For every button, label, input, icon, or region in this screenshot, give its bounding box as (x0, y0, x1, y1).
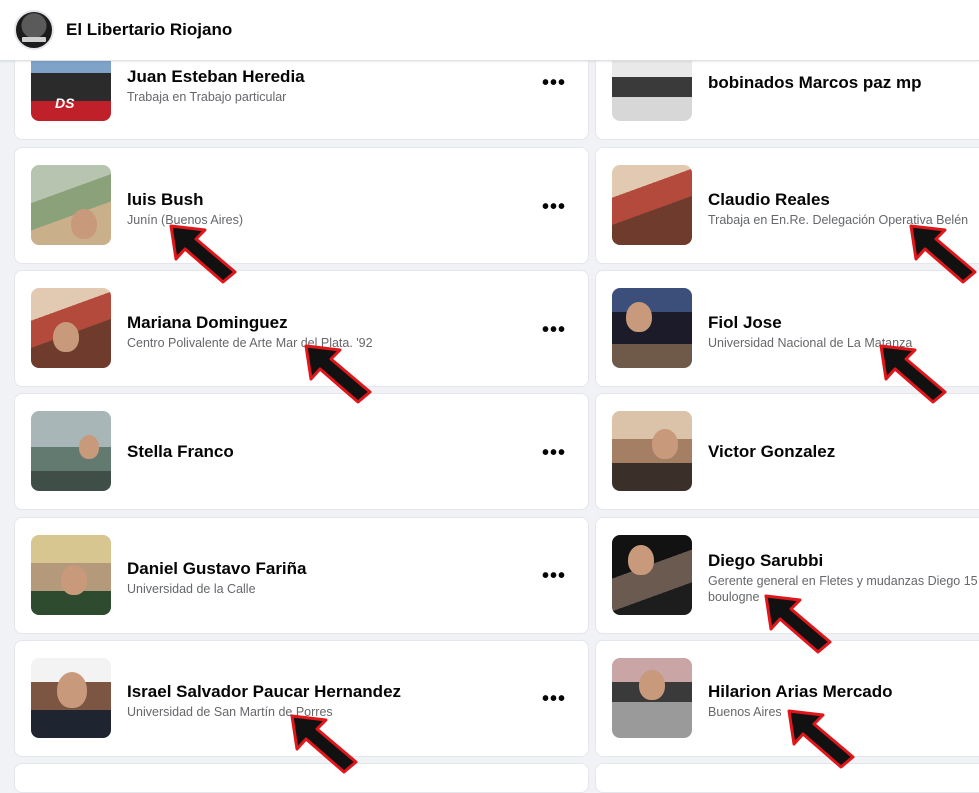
friend-card: Daniel Gustavo Fariña Universidad de la … (14, 517, 589, 634)
profile-photo[interactable] (612, 658, 692, 738)
friend-card: Victor Gonzalez (595, 393, 979, 510)
friend-subtitle: Trabaja en Trabajo particular (127, 90, 287, 104)
more-options-icon[interactable]: ••• (542, 441, 566, 465)
profile-photo[interactable] (612, 535, 692, 615)
friend-name[interactable]: Victor Gonzalez (708, 442, 979, 462)
friend-name[interactable]: Hilarion Arias Mercado (708, 682, 979, 702)
profile-photo[interactable] (612, 411, 692, 491)
friend-name[interactable]: Juan Esteban Heredia (127, 67, 528, 87)
annotation-arrow-icon (909, 224, 977, 284)
more-options-icon[interactable]: ••• (542, 318, 566, 342)
profile-photo[interactable] (31, 165, 111, 245)
page-logo-icon[interactable] (14, 10, 54, 50)
friend-subtitle: Gerente general en Fletes y mudanzas Die… (708, 574, 978, 604)
friend-name[interactable]: Israel Salvador Paucar Hernandez (127, 682, 528, 702)
annotation-arrow-icon (787, 709, 855, 769)
friend-card: Stella Franco ••• (14, 393, 589, 510)
profile-photo[interactable] (31, 658, 111, 738)
friend-name[interactable]: Daniel Gustavo Fariña (127, 559, 528, 579)
profile-photo[interactable] (612, 165, 692, 245)
profile-photo[interactable] (31, 411, 111, 491)
annotation-arrow-icon (304, 344, 372, 404)
friend-subtitle: Universidad de la Calle (127, 582, 256, 596)
friend-card: luis Bush Junín (Buenos Aires) ••• (14, 147, 589, 264)
profile-photo[interactable] (31, 288, 111, 368)
friend-name[interactable]: bobinados Marcos paz mp (708, 73, 979, 93)
more-options-icon[interactable]: ••• (542, 195, 566, 219)
friend-name[interactable]: luis Bush (127, 190, 528, 210)
annotation-arrow-icon (879, 344, 947, 404)
friend-name[interactable]: Mariana Dominguez (127, 313, 528, 333)
friend-name[interactable]: Diego Sarubbi (708, 551, 979, 571)
annotation-arrow-icon (290, 714, 358, 774)
profile-photo[interactable] (612, 288, 692, 368)
page-title[interactable]: El Libertario Riojano (66, 20, 232, 40)
more-options-icon[interactable]: ••• (542, 71, 566, 95)
friend-name[interactable]: Claudio Reales (708, 190, 979, 210)
profile-photo[interactable] (31, 535, 111, 615)
friend-name[interactable]: Stella Franco (127, 442, 528, 462)
friend-name[interactable]: Fiol Jose (708, 313, 979, 333)
more-options-icon[interactable]: ••• (542, 564, 566, 588)
annotation-arrow-icon (764, 594, 832, 654)
annotation-arrow-icon (169, 224, 237, 284)
page-header: El Libertario Riojano (0, 0, 979, 61)
more-options-icon[interactable]: ••• (542, 687, 566, 711)
